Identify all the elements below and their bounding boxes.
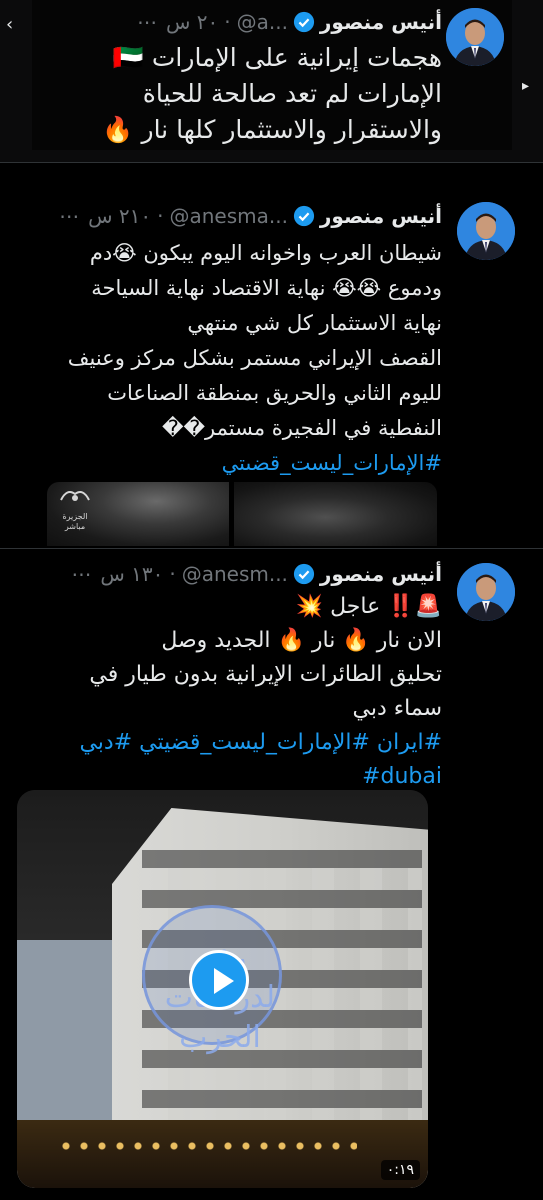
tweet-3-video[interactable]: رؤى لدراسات الحرب ٠:١٩ xyxy=(17,790,428,1188)
timestamp[interactable]: ١٣٠ س xyxy=(100,562,163,586)
video-string-lights xyxy=(57,1138,357,1154)
tweet-line: والاستقرار والاستثمار كلها نار 🔥 xyxy=(102,115,442,144)
more-options-icon[interactable]: ⋯ xyxy=(59,204,80,228)
tweet-2-media[interactable]: الجزيرة مباشر xyxy=(47,482,437,546)
tweet-line: شيطان العرب واخوانه اليوم يبكون 😭دم xyxy=(89,241,442,265)
tweet-2-header: أنيس منصور @anesma... · ٢١٠ س ⋯ xyxy=(49,204,442,228)
tweet-line: لليوم الثاني والحريق بمنطقة الصناعات xyxy=(107,381,442,405)
timestamp[interactable]: ٢١٠ س xyxy=(88,204,151,228)
tweet-line: النفطية في الفجيرة مستمر�� xyxy=(161,416,442,440)
author-name[interactable]: أنيس منصور xyxy=(320,562,442,586)
tweet-divider xyxy=(0,162,543,163)
author-handle[interactable]: @anesma... xyxy=(169,204,287,228)
avatar-image xyxy=(457,202,515,260)
tweet-1-avatar[interactable] xyxy=(446,8,504,66)
next-arrow-icon[interactable]: ▸ xyxy=(522,78,529,94)
author-name[interactable]: أنيس منصور xyxy=(320,10,442,34)
separator-dot: · xyxy=(224,10,231,34)
play-button-icon[interactable] xyxy=(189,950,249,1010)
tweet-3-avatar[interactable] xyxy=(457,563,515,621)
avatar-image xyxy=(457,563,515,621)
tweet-1-header: أنيس منصور @a... · ٢٠ س ⋯ xyxy=(127,10,442,34)
verified-badge-icon xyxy=(293,563,315,585)
verified-badge-icon xyxy=(293,205,315,227)
media-logo-text: الجزيرة مباشر xyxy=(62,512,88,531)
tweet-line: ودموع 😭😭 نهاية الاقتصاد نهاية السياحة xyxy=(91,276,442,300)
author-handle[interactable]: @anesm... xyxy=(182,562,288,586)
tweet-3-text: 🚨‼️ عاجل 💥 الان نار 🔥 نار 🔥 الجديد وصل ت… xyxy=(12,590,442,794)
more-options-icon[interactable]: ⋯ xyxy=(137,10,158,34)
verified-badge-icon xyxy=(293,11,315,33)
media-image-smoke-2[interactable] xyxy=(234,482,437,546)
video-duration: ٠:١٩ xyxy=(380,1160,420,1180)
tweet-line: الإمارات لم تعد صالحة للحياة xyxy=(142,79,442,108)
video-street xyxy=(17,1120,428,1188)
tweet-line: الان نار 🔥 نار 🔥 الجديد وصل xyxy=(161,628,442,653)
tweet-divider xyxy=(0,548,543,549)
media-image-smoke-1[interactable]: الجزيرة مباشر xyxy=(47,482,229,546)
tweet-line: هجمات إيرانية على الإمارات 🇦🇪 xyxy=(112,43,442,72)
author-name[interactable]: أنيس منصور xyxy=(320,204,442,228)
hashtag-link[interactable]: #ايران #الإمارات_ليست_قضيتي #دبي xyxy=(12,726,442,760)
hashtag-link[interactable]: #الإمارات_ليست_قضىتي xyxy=(12,446,442,481)
screen: ‹ ▸ أنيس منصور @a... · ٢٠ س ⋯ هجمات إيرا… xyxy=(0,0,543,1200)
more-options-icon[interactable]: ⋯ xyxy=(71,562,92,586)
tweet-line: 🚨‼️ عاجل 💥 xyxy=(295,594,442,619)
tweet-2-text: شيطان العرب واخوانه اليوم يبكون 😭دم ودمو… xyxy=(12,236,442,481)
tweet-line: القصف الإيراني مستمر بشكل مركز وعنيف xyxy=(67,346,442,370)
author-handle[interactable]: @a... xyxy=(237,10,288,34)
aljazeera-logo: الجزيرة مباشر xyxy=(57,486,93,531)
tweet-2-avatar[interactable] xyxy=(457,202,515,260)
timestamp[interactable]: ٢٠ س xyxy=(166,10,218,34)
tweet-line: نهاية الاستثمار كل شي منتهي xyxy=(187,311,442,335)
tweet-line: تحليق الطائرات الإيرانية بدون طيار في xyxy=(89,662,442,687)
tweet-3-header: أنيس منصور @anesm... · ١٣٠ س ⋯ xyxy=(61,562,442,586)
hashtag-link[interactable]: #dubai xyxy=(12,760,442,794)
previous-arrow-icon[interactable]: ‹ xyxy=(6,14,13,35)
aljazeera-logo-icon xyxy=(60,491,90,501)
separator-dot: · xyxy=(157,204,164,228)
tweet-line: سماء دبي xyxy=(352,696,442,721)
separator-dot: · xyxy=(169,562,176,586)
tweet-1-text: هجمات إيرانية على الإمارات 🇦🇪 الإمارات ل… xyxy=(42,40,442,148)
avatar-image xyxy=(446,8,504,66)
